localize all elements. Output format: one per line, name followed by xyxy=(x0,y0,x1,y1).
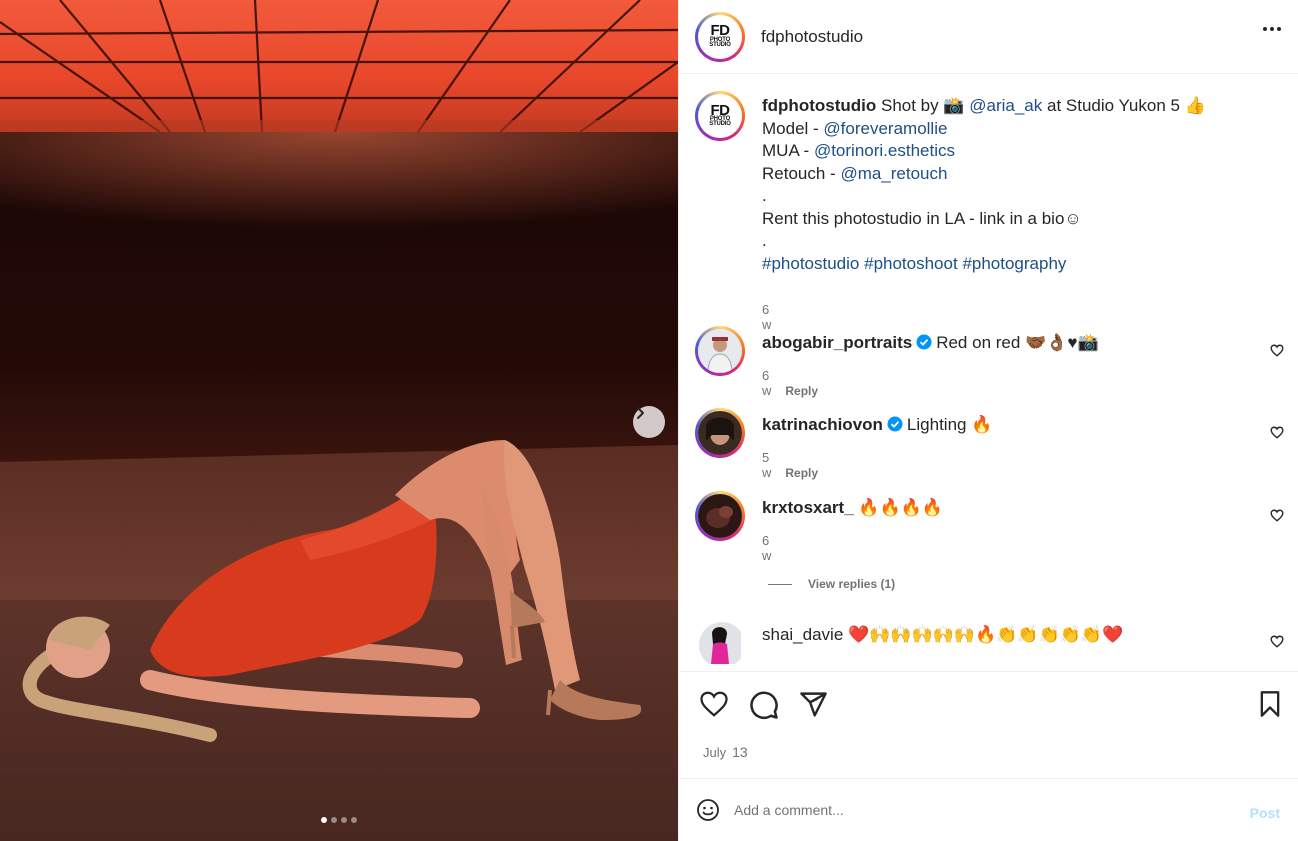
author-username[interactable]: fdphotostudio xyxy=(761,27,863,47)
comment-text: 🔥🔥🔥🔥 xyxy=(858,498,944,517)
comment-text: ❤️🙌🙌🙌🙌🙌🔥👏👏👏👏👏❤️ xyxy=(848,625,1124,644)
comment-text: Red on red 🤝🏾👌🏾♥📸 xyxy=(936,333,1099,352)
hashtag-link[interactable]: #photostudio xyxy=(762,254,859,273)
commenter-avatar[interactable] xyxy=(695,326,745,376)
slide-dot xyxy=(341,817,347,823)
post-date-day: 13 xyxy=(732,744,748,760)
post-actions: July 13 xyxy=(679,671,1298,778)
comment-icon[interactable] xyxy=(749,690,779,720)
post-dialog: FD PHOTO STUDIO fdphotostudio FD PHOTO S… xyxy=(0,0,1298,841)
comment-text: Lighting 🔥 xyxy=(906,415,993,434)
comment-time: 6 w xyxy=(762,368,772,398)
studio-logo: FD PHOTO STUDIO xyxy=(709,22,731,48)
slide-indicator xyxy=(0,817,678,823)
slide-dot xyxy=(321,817,327,823)
caption-username[interactable]: fdphotostudio xyxy=(762,96,876,115)
reply-button[interactable]: Reply xyxy=(785,466,818,480)
replies-divider xyxy=(768,583,792,585)
view-replies-button[interactable]: View replies (1) xyxy=(808,577,895,591)
commenter-username[interactable]: krxtosxart_ xyxy=(762,498,854,517)
author-avatar[interactable]: FD PHOTO STUDIO xyxy=(695,11,745,62)
post-header: FD PHOTO STUDIO fdphotostudio xyxy=(679,0,1298,74)
slide-dot xyxy=(331,817,337,823)
chevron-right-icon xyxy=(637,407,644,419)
comments-list: FD PHOTO STUDIO fdphotostudio Shot by 📸 … xyxy=(679,75,1298,671)
verified-badge-icon xyxy=(887,416,903,432)
add-comment-bar: Post xyxy=(679,778,1298,841)
like-icon[interactable] xyxy=(699,690,729,718)
post-comment-button[interactable]: Post xyxy=(1250,805,1280,821)
comment-input[interactable] xyxy=(734,802,1214,818)
post-date-month: July xyxy=(703,745,727,760)
caption-text: fdphotostudio Shot by 📸 @aria_ak at Stud… xyxy=(762,96,1206,273)
share-icon[interactable] xyxy=(799,690,828,719)
hashtag-link[interactable]: #photography xyxy=(962,254,1066,273)
like-comment-icon[interactable] xyxy=(1270,509,1284,522)
post-media[interactable] xyxy=(0,0,678,841)
commenter-username[interactable]: katrinachiovon xyxy=(762,415,883,434)
post-photo xyxy=(0,0,678,841)
user-photo xyxy=(698,411,742,455)
studio-logo: FD PHOTO STUDIO xyxy=(709,101,731,128)
commenter-avatar[interactable] xyxy=(695,491,745,541)
user-photo xyxy=(699,622,741,664)
commenter-avatar[interactable] xyxy=(695,408,745,458)
emoji-icon[interactable] xyxy=(696,798,720,822)
caption-time: 6 w xyxy=(762,302,772,332)
commenter-avatar[interactable] xyxy=(699,622,745,668)
hashtag-link[interactable]: #photoshoot xyxy=(864,254,958,273)
view-replies[interactable]: View replies (1) xyxy=(768,577,895,591)
like-comment-icon[interactable] xyxy=(1270,635,1284,648)
mention-link[interactable]: @aria_ak xyxy=(969,96,1042,115)
author-avatar[interactable]: FD PHOTO STUDIO xyxy=(695,91,745,141)
next-slide-button[interactable] xyxy=(633,406,665,438)
comment-time: 6 w xyxy=(762,533,772,563)
mention-link[interactable]: @ma_retouch xyxy=(840,164,947,183)
commenter-username[interactable]: abogabir_portraits xyxy=(762,333,912,352)
mention-link[interactable]: @torinori.esthetics xyxy=(814,141,955,160)
slide-dot xyxy=(351,817,357,823)
like-comment-icon[interactable] xyxy=(1270,344,1284,357)
more-options-icon[interactable] xyxy=(1263,27,1281,31)
post-date: July 13 xyxy=(703,744,748,760)
like-comment-icon[interactable] xyxy=(1270,426,1284,439)
user-photo xyxy=(698,494,742,538)
comment-time: 5 w xyxy=(762,450,772,480)
mention-link[interactable]: @foreveramollie xyxy=(823,119,947,138)
user-photo xyxy=(698,329,742,373)
bookmark-icon[interactable] xyxy=(1257,690,1283,718)
commenter-username[interactable]: shai_davie xyxy=(762,625,843,644)
reply-button[interactable]: Reply xyxy=(785,384,818,398)
post-sidebar: FD PHOTO STUDIO fdphotostudio FD PHOTO S… xyxy=(678,0,1298,841)
verified-badge-icon xyxy=(916,334,932,350)
